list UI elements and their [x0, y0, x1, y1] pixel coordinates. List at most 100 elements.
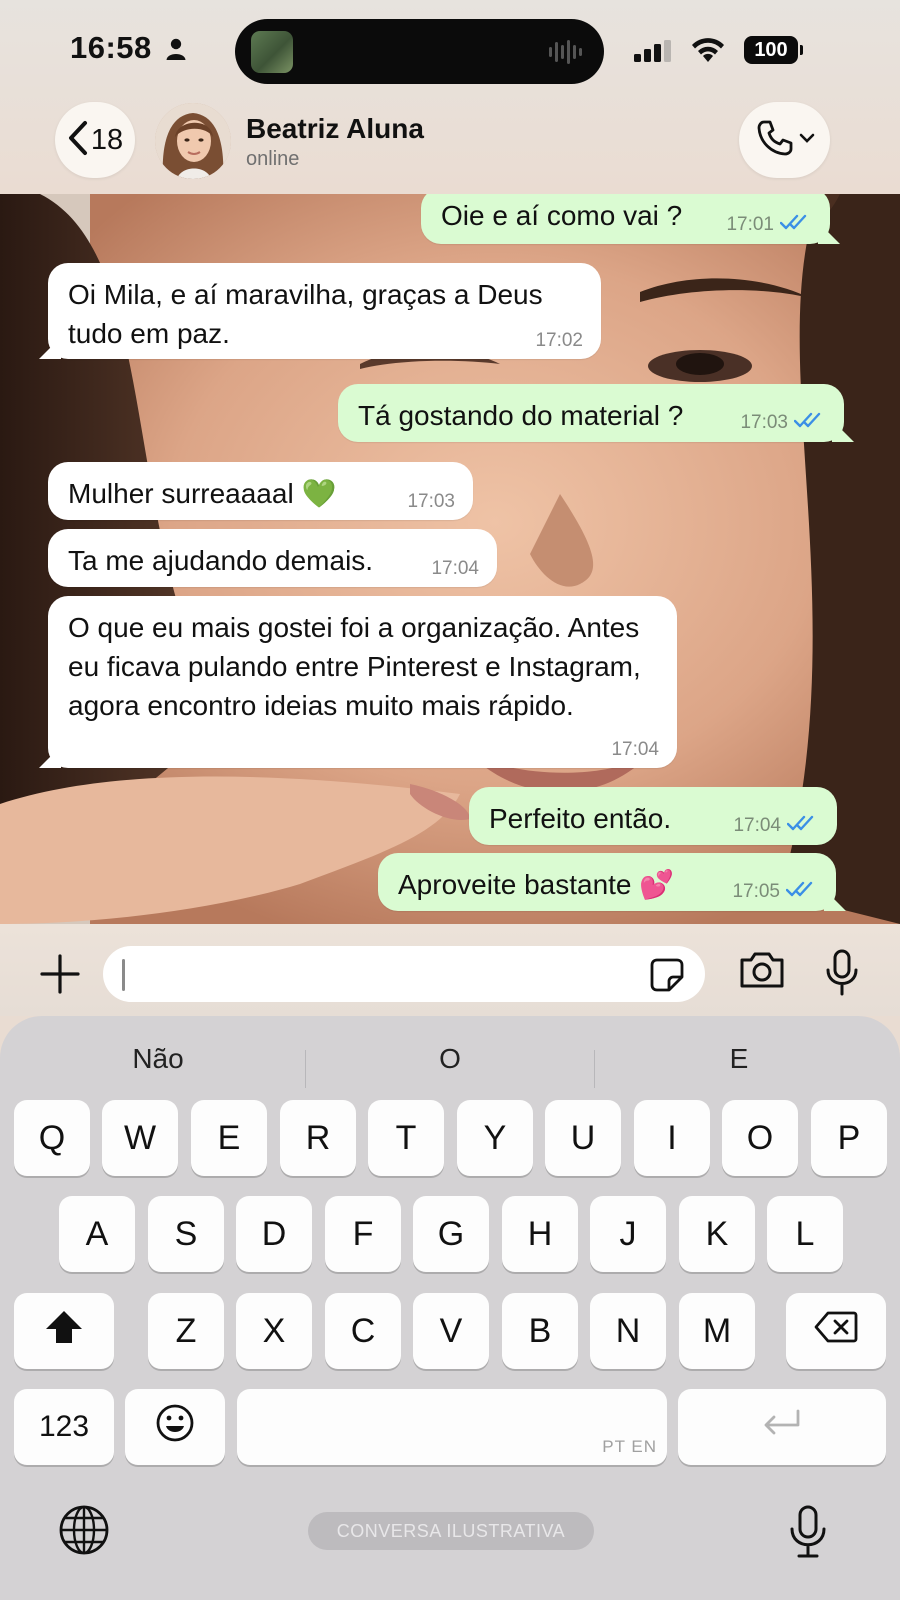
shift-icon — [44, 1309, 84, 1354]
message-text: Oi Mila, e aí maravilha, graças a Deus t… — [68, 279, 543, 349]
key-z[interactable]: Z — [148, 1293, 224, 1369]
message-input[interactable] — [103, 946, 705, 1002]
message-time: 17:04 — [431, 558, 479, 579]
message-meta: 17:05 — [732, 880, 818, 903]
key-i[interactable]: I — [634, 1100, 710, 1176]
message-meta: 17:03 — [407, 492, 455, 512]
message-text: Ta me ajudando demais. — [68, 545, 374, 576]
key-x[interactable]: X — [236, 1293, 312, 1369]
emoji-icon — [155, 1403, 195, 1452]
status-time: 16:58 — [70, 30, 152, 65]
return-key[interactable] — [678, 1389, 886, 1465]
read-receipt-icon — [786, 814, 819, 837]
predictive-bar: Não O E — [0, 1030, 900, 1088]
space-bar[interactable]: PT EN — [237, 1389, 667, 1465]
message-time: 17:01 — [726, 213, 774, 235]
suggestion-2[interactable]: O — [306, 1030, 594, 1088]
shift-key[interactable] — [14, 1293, 114, 1369]
camera-icon[interactable] — [738, 950, 786, 995]
key-j[interactable]: J — [590, 1196, 666, 1272]
microphone-icon[interactable] — [824, 948, 860, 1001]
key-l[interactable]: L — [767, 1196, 843, 1272]
key-u[interactable]: U — [545, 1100, 621, 1176]
backspace-key[interactable] — [786, 1293, 886, 1369]
key-y[interactable]: Y — [457, 1100, 533, 1176]
message-meta: 17:03 — [740, 411, 826, 434]
message-time: 17:03 — [740, 411, 788, 433]
message-meta: 17:04 — [431, 559, 479, 579]
message-text: Mulher surreaaaal 💚 — [68, 478, 337, 509]
key-m[interactable]: M — [679, 1293, 755, 1369]
unread-count: 18 — [90, 123, 124, 156]
message-text: Perfeito então. — [489, 803, 672, 834]
battery-indicator: 100 — [744, 36, 803, 64]
message-bubble-incoming[interactable]: Oi Mila, e aí maravilha, graças a Deus t… — [48, 263, 601, 359]
message-bubble-outgoing[interactable]: Aproveite bastante 💕 17:05 — [378, 853, 836, 911]
message-composer — [0, 924, 900, 1016]
key-r[interactable]: R — [280, 1100, 356, 1176]
message-text: Oie e aí como vai ? — [441, 200, 683, 231]
key-k[interactable]: K — [679, 1196, 755, 1272]
key-w[interactable]: W — [102, 1100, 178, 1176]
message-time: 17:05 — [732, 880, 780, 902]
message-meta: 17:01 — [726, 213, 812, 236]
avatar[interactable] — [155, 103, 231, 179]
chevron-down-icon — [799, 131, 815, 149]
message-bubble-incoming[interactable]: O que eu mais gostei foi a organização. … — [48, 596, 677, 768]
message-bubble-outgoing[interactable]: Oie e aí como vai ? 17:01 — [421, 194, 830, 244]
read-receipt-icon — [793, 411, 826, 434]
key-s[interactable]: S — [148, 1196, 224, 1272]
message-time: 17:04 — [611, 739, 659, 760]
key-p[interactable]: P — [811, 1100, 887, 1176]
chevron-left-icon — [67, 120, 89, 161]
message-text: O que eu mais gostei foi a organização. … — [68, 612, 641, 721]
key-q[interactable]: Q — [14, 1100, 90, 1176]
key-e[interactable]: E — [191, 1100, 267, 1176]
globe-icon[interactable] — [58, 1504, 110, 1561]
read-receipt-icon — [785, 880, 818, 903]
now-playing-thumbnail — [251, 31, 293, 73]
message-bubble-incoming[interactable]: Ta me ajudando demais. 17:04 — [48, 529, 497, 587]
message-bubble-incoming[interactable]: Mulher surreaaaal 💚 17:03 — [48, 462, 473, 520]
key-d[interactable]: D — [236, 1196, 312, 1272]
message-time: 17:04 — [733, 814, 781, 836]
key-g[interactable]: G — [413, 1196, 489, 1272]
back-button[interactable]: 18 — [55, 102, 135, 178]
message-time: 17:02 — [535, 330, 583, 351]
contact-name[interactable]: Beatriz Aluna — [246, 113, 424, 145]
key-o[interactable]: O — [722, 1100, 798, 1176]
numbers-key[interactable]: 123 — [14, 1389, 114, 1465]
cellular-signal-icon — [634, 40, 674, 67]
wifi-icon — [690, 36, 726, 69]
emoji-key[interactable] — [125, 1389, 225, 1465]
message-meta: 17:04 — [733, 814, 819, 837]
key-a[interactable]: A — [59, 1196, 135, 1272]
key-c[interactable]: C — [325, 1293, 401, 1369]
dynamic-island — [235, 19, 604, 84]
key-b[interactable]: B — [502, 1293, 578, 1369]
key-v[interactable]: V — [413, 1293, 489, 1369]
message-meta: 17:02 — [535, 331, 583, 351]
key-t[interactable]: T — [368, 1100, 444, 1176]
return-icon — [760, 1407, 804, 1448]
suggestion-3[interactable]: E — [595, 1030, 883, 1088]
sticker-icon[interactable] — [649, 957, 685, 998]
read-receipt-icon — [779, 213, 812, 236]
chat-header: 16:58 100 18 Beatriz Aluna online — [0, 0, 900, 194]
message-text: Aproveite bastante 💕 — [398, 869, 675, 900]
key-f[interactable]: F — [325, 1196, 401, 1272]
contact-status: online — [246, 148, 300, 170]
message-bubble-outgoing[interactable]: Perfeito então. 17:04 — [469, 787, 837, 845]
attach-plus-icon[interactable] — [38, 952, 82, 1001]
keyboard: Não O E Q W E R T Y U I O P A S D F G H … — [0, 1016, 900, 1600]
key-n[interactable]: N — [590, 1293, 666, 1369]
battery-level: 100 — [754, 38, 788, 61]
call-button[interactable] — [739, 102, 830, 178]
chat-wallpaper: Oie e aí como vai ? 17:01 Oi Mila, e aí … — [0, 194, 900, 924]
dictation-microphone-icon[interactable] — [788, 1504, 828, 1565]
suggestion-1[interactable]: Não — [14, 1030, 302, 1088]
message-bubble-outgoing[interactable]: Tá gostando do material ? 17:03 — [338, 384, 844, 442]
message-meta: 17:04 — [611, 740, 659, 760]
backspace-icon — [814, 1311, 858, 1352]
key-h[interactable]: H — [502, 1196, 578, 1272]
